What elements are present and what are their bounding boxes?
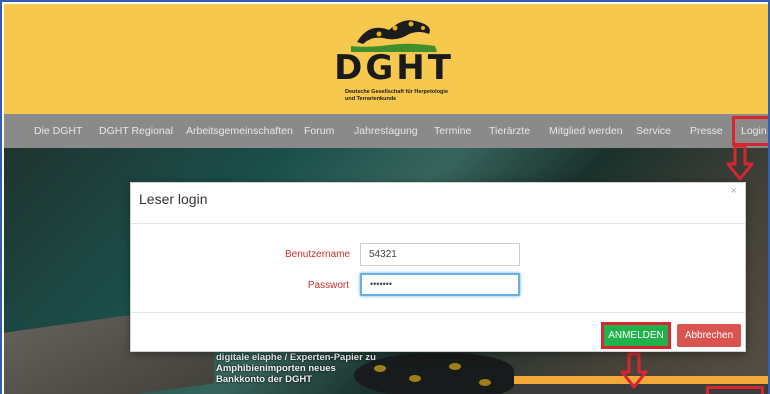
password-field[interactable]: •••••••: [360, 273, 520, 296]
password-label: Passwort: [307, 280, 349, 291]
main-navigation: Die DGHT DGHT Regional Arbeitsgemeinscha…: [4, 114, 768, 148]
close-icon[interactable]: ×: [731, 185, 737, 197]
site-header: DGHT Deutsche Gesellschaft für Herpetolo…: [4, 4, 768, 114]
annotation-highlight-box: [706, 386, 764, 394]
nav-item-arbeitsgemeinschaften[interactable]: Arbeitsgemeinschaften: [186, 114, 293, 148]
nav-item-service[interactable]: Service: [636, 114, 671, 148]
screenshot-frame: DGHT Deutsche Gesellschaft für Herpetolo…: [0, 0, 770, 394]
username-label: Benutzername: [285, 249, 351, 260]
nav-item-mitglied-werden[interactable]: Mitglied werden: [549, 114, 623, 148]
logo-title: DGHT: [334, 48, 454, 88]
cancel-button[interactable]: Abbrechen: [677, 324, 741, 347]
arrow-down-icon: [726, 144, 754, 181]
nav-item-presse[interactable]: Presse: [690, 114, 723, 148]
username-field[interactable]: 54321: [360, 243, 520, 266]
nav-item-tieraerzte[interactable]: Tierärzte: [489, 114, 530, 148]
nav-item-die-dght[interactable]: Die DGHT: [34, 114, 82, 148]
dght-logo[interactable]: DGHT Deutsche Gesellschaft für Herpetolo…: [329, 12, 459, 108]
divider: [131, 312, 745, 313]
login-submit-button[interactable]: ANMELDEN: [601, 322, 671, 349]
divider: [131, 223, 745, 224]
nav-item-dght-regional[interactable]: DGHT Regional: [99, 114, 173, 148]
arrow-down-icon: [620, 352, 648, 389]
nav-item-jahrestagung[interactable]: Jahrestagung: [354, 114, 418, 148]
logo-subtitle: Deutsche Gesellschaft für Herpetologie u…: [345, 89, 448, 102]
nav-item-forum[interactable]: Forum: [304, 114, 334, 148]
nav-item-termine[interactable]: Termine: [434, 114, 471, 148]
login-modal: Leser login × Benutzername 54321 Passwor…: [130, 182, 746, 352]
nav-item-login[interactable]: Login: [732, 116, 768, 146]
news-teaser[interactable]: digitale elaphe / Experten-Papier zu Amp…: [216, 352, 386, 385]
modal-title: Leser login: [139, 191, 208, 207]
